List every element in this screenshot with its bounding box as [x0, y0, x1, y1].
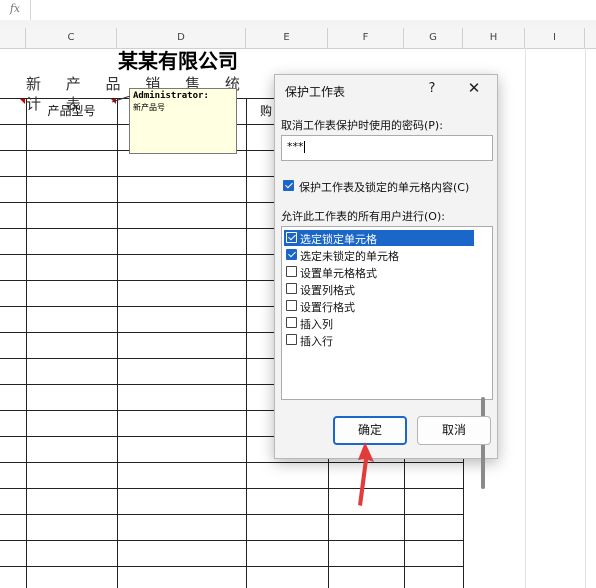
protect-checkbox[interactable] — [283, 180, 294, 191]
permission-item[interactable]: 设置单元格格式 — [284, 264, 474, 280]
column-header-I[interactable]: I — [525, 28, 585, 48]
permission-label: 选定未锁定的单元格 — [300, 250, 399, 263]
password-value: *** — [287, 140, 304, 153]
checkbox[interactable] — [286, 266, 297, 277]
column-header-bar: C D E F G H I — [0, 28, 596, 49]
password-label: 取消工作表保护时使用的密码(P): — [281, 119, 443, 132]
cancel-button[interactable]: 取消 — [417, 416, 491, 445]
column-header-G[interactable]: G — [404, 28, 463, 48]
gridline — [585, 48, 586, 588]
permission-label: 设置列格式 — [300, 284, 355, 297]
checkbox[interactable] — [286, 283, 297, 294]
table-border — [0, 462, 464, 463]
table-border — [0, 488, 464, 489]
gridline — [525, 48, 526, 588]
checkbox[interactable] — [286, 334, 297, 345]
permission-item[interactable]: 设置行格式 — [284, 298, 474, 314]
comment-indicator — [20, 99, 25, 104]
annotation-arrow-icon — [358, 442, 374, 506]
permission-label: 插入行 — [300, 335, 333, 348]
column-header-E[interactable]: E — [246, 28, 328, 48]
permission-label: 设置单元格格式 — [300, 267, 377, 280]
comment-author: Administrator: — [133, 91, 209, 101]
allow-label: 允许此工作表的所有用户进行(O): — [281, 210, 445, 223]
close-icon[interactable]: ✕ — [465, 79, 483, 97]
column-header-H[interactable]: H — [463, 28, 525, 48]
checkbox[interactable] — [286, 300, 297, 311]
column-header-F[interactable]: F — [328, 28, 404, 48]
permissions-list[interactable]: 选定锁定单元格 选定未锁定的单元格 设置单元格格式 设置列格式 设置行格式 插入… — [281, 226, 493, 489]
table-border — [0, 514, 464, 515]
permission-label: 插入列 — [300, 318, 333, 331]
checkbox-checked[interactable] — [286, 249, 297, 260]
fx-icon[interactable]: fx — [0, 0, 31, 20]
checkbox-checked[interactable] — [286, 232, 297, 243]
table-border — [0, 566, 464, 567]
column-header-C[interactable]: C — [26, 28, 117, 48]
protect-checkbox-row[interactable]: 保护工作表及锁定的单元格内容(C) — [281, 178, 493, 194]
column-header-D[interactable]: D — [117, 28, 246, 48]
dialog-title: 保护工作表 — [285, 85, 346, 99]
table-border — [0, 540, 464, 541]
header-product-model[interactable]: 产品型号 — [26, 98, 117, 124]
checkbox[interactable] — [286, 317, 297, 328]
password-input[interactable]: *** — [281, 135, 493, 161]
permission-item[interactable]: 插入行 — [284, 332, 474, 348]
sheet-title[interactable]: 某某有限公司 — [28, 48, 328, 74]
permission-label: 选定锁定单元格 — [300, 233, 377, 246]
comment-text: 新产品号 — [133, 103, 165, 112]
protect-sheet-dialog: 保护工作表 ? ✕ 取消工作表保护时使用的密码(P): *** 保护工作表及锁定… — [274, 74, 498, 489]
permission-item[interactable]: 选定锁定单元格 — [284, 230, 474, 246]
text-cursor — [303, 141, 305, 153]
formula-bar[interactable]: fx — [0, 0, 596, 21]
column-header-B[interactable] — [0, 28, 26, 48]
cell-comment[interactable]: Administrator: 新产品号 — [129, 88, 237, 154]
protect-checkbox-label[interactable]: 保护工作表及锁定的单元格内容(C) — [299, 179, 469, 195]
permission-item[interactable]: 插入列 — [284, 315, 474, 331]
permission-item[interactable]: 选定未锁定的单元格 — [284, 247, 474, 263]
permission-label: 设置行格式 — [300, 301, 355, 314]
comment-connector — [112, 96, 131, 103]
permission-item[interactable]: 设置列格式 — [284, 281, 474, 297]
help-icon[interactable]: ? — [425, 81, 439, 96]
